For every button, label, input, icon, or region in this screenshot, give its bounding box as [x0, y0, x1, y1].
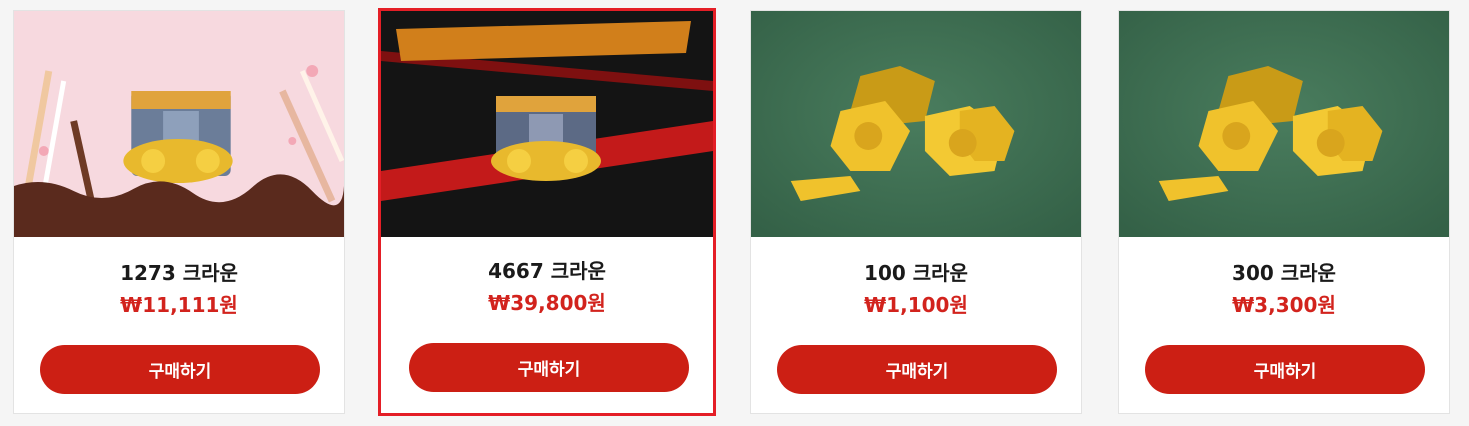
product-title: 1273 크라운: [120, 261, 238, 285]
buy-button[interactable]: 구매하기: [1145, 345, 1425, 394]
crown-coins-icon: [1119, 11, 1449, 237]
product-card-300-crown[interactable]: 300 크라운 ₩3,300원 구매하기: [1118, 10, 1450, 414]
product-price: ₩11,111원: [120, 293, 238, 317]
crown-coins-icon: [751, 11, 1081, 237]
buy-button[interactable]: 구매하기: [777, 345, 1057, 394]
treasure-chest-icon: [381, 11, 713, 237]
treasure-chest-icon: [14, 11, 344, 237]
product-card-4667-crown[interactable]: 4667 크라운 ₩39,800원 구매하기: [378, 8, 716, 416]
product-title: 4667 크라운: [488, 259, 606, 283]
product-title: 300 크라운: [1232, 261, 1336, 285]
buy-button[interactable]: 구매하기: [40, 345, 320, 394]
product-card-100-crown[interactable]: 100 크라운 ₩1,100원 구매하기: [750, 10, 1082, 414]
product-price: ₩39,800원: [488, 291, 606, 315]
product-price: ₩1,100원: [864, 293, 968, 317]
crown-coins-image[interactable]: [1119, 11, 1449, 237]
product-card-1273-crown[interactable]: 1273 크라운 ₩11,111원 구매하기: [13, 10, 345, 414]
product-list: 1273 크라운 ₩11,111원 구매하기 4667 크라운 ₩39,800원…: [0, 0, 1469, 426]
product-price: ₩3,300원: [1232, 293, 1336, 317]
promo-banner-image[interactable]: [14, 11, 344, 237]
buy-button[interactable]: 구매하기: [409, 343, 689, 392]
product-title: 100 크라운: [864, 261, 968, 285]
promo-banner-image[interactable]: [381, 11, 713, 237]
crown-coins-image[interactable]: [751, 11, 1081, 237]
